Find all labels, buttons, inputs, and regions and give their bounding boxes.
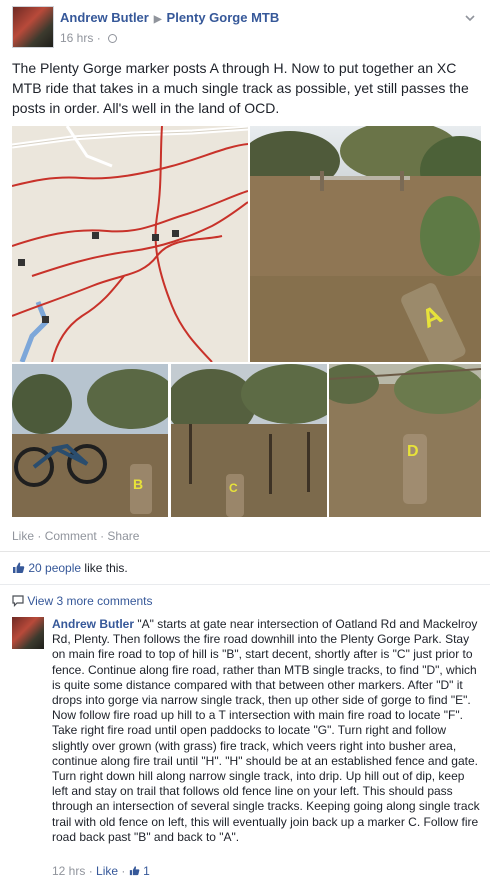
- post-c-label: C: [229, 481, 238, 495]
- view-more-comments[interactable]: View 3 more comments: [12, 594, 153, 608]
- action-separator: ·: [100, 529, 105, 543]
- group-name-link[interactable]: Plenty Gorge MTB: [167, 10, 280, 25]
- meta-separator: ·: [88, 864, 93, 878]
- comment-like-count[interactable]: 1: [143, 864, 150, 878]
- post-header: Andrew Butler ▶ Plenty Gorge MTB 16 hrs ·: [10, 4, 480, 48]
- post-meta: 16 hrs ·: [60, 31, 118, 45]
- likes-summary: 20 people like this.: [12, 561, 128, 575]
- commenter-avatar[interactable]: [12, 617, 44, 649]
- comment-timestamp[interactable]: 12 hrs: [52, 864, 85, 878]
- commenter-name-link[interactable]: Andrew Butler: [52, 617, 134, 631]
- chevron-down-icon[interactable]: [464, 12, 476, 24]
- marker-photo-c-graphic: C: [171, 364, 327, 517]
- post-body-text: The Plenty Gorge marker posts A through …: [12, 60, 469, 116]
- trail-map-graphic: [12, 126, 248, 362]
- view-more-comments-label[interactable]: View 3 more comments: [27, 594, 152, 608]
- thumbs-up-icon: [129, 866, 140, 876]
- post-d-label: D: [407, 443, 419, 460]
- post-b-label: B: [133, 476, 143, 492]
- marker-photo-d-graphic: D: [329, 364, 481, 517]
- marker-photo-d[interactable]: D: [329, 364, 481, 517]
- likes-suffix: like this.: [84, 561, 128, 575]
- globe-icon: [108, 34, 118, 44]
- post-timestamp[interactable]: 16 hrs: [60, 31, 93, 45]
- likers-link[interactable]: 20 people: [28, 561, 81, 575]
- marker-photo-a[interactable]: A: [250, 126, 481, 362]
- author-avatar[interactable]: [12, 6, 54, 48]
- marker-photo-b[interactable]: B: [12, 364, 168, 517]
- action-separator: ·: [37, 529, 42, 543]
- post-author-line: Andrew Butler ▶ Plenty Gorge MTB: [60, 10, 279, 25]
- author-name-link[interactable]: Andrew Butler: [60, 10, 149, 25]
- map-photo[interactable]: [12, 126, 248, 362]
- share-button[interactable]: Share: [107, 529, 139, 543]
- marker-photo-a-graphic: A: [250, 126, 481, 362]
- comment-meta: 12 hrs · Like · 1: [52, 864, 150, 878]
- post-actions: Like · Comment · Share: [12, 529, 139, 543]
- comment-like-button[interactable]: Like: [96, 864, 118, 878]
- comment-text: "A" starts at gate near intersection of …: [52, 617, 480, 844]
- divider: [0, 584, 490, 585]
- like-button[interactable]: Like: [12, 529, 34, 543]
- comment-item: Andrew Butler "A" starts at gate near in…: [52, 617, 480, 845]
- divider: [0, 551, 490, 552]
- comment-button[interactable]: Comment: [45, 529, 97, 543]
- meta-separator: ·: [96, 31, 101, 45]
- caret-right-icon: ▶: [153, 14, 162, 25]
- thumbs-up-icon: [13, 562, 25, 573]
- marker-photo-c[interactable]: C: [171, 364, 327, 517]
- meta-separator: ·: [121, 864, 126, 878]
- comment-bubble-icon: [12, 595, 24, 607]
- marker-photo-b-graphic: B: [12, 364, 168, 517]
